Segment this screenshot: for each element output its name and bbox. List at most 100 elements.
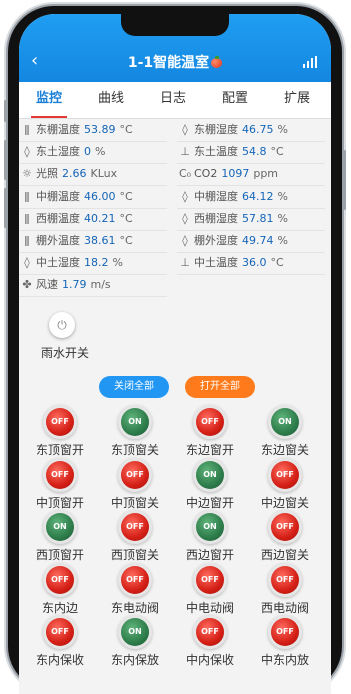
sensor-name: 棚外温度 xyxy=(36,234,80,247)
sensor-value: 36.0 xyxy=(242,256,267,270)
switch-cell[interactable]: OFF 中边窗关 xyxy=(250,460,320,513)
phone-side-button xyxy=(4,188,7,228)
toggle-knob[interactable]: OFF xyxy=(271,565,299,594)
sensor-value: 57.81 xyxy=(242,211,274,225)
toggle-knob[interactable]: OFF xyxy=(271,460,299,489)
page-title-text: 1-1智能温室 xyxy=(127,55,210,71)
switch-label: 东内边 xyxy=(41,600,78,615)
toggle-knob[interactable]: OFF xyxy=(121,460,149,489)
sensor-name: 西棚温度 xyxy=(36,211,80,225)
sensor-value: 49.74 xyxy=(242,234,274,247)
sensor-value: 38.61 xyxy=(84,234,116,247)
sensor-name: 西棚湿度 xyxy=(194,211,238,225)
sensor-row: ✤ 风速 1.79 m/s xyxy=(21,275,110,295)
switch-label: 西边窗关 xyxy=(260,548,309,562)
close-all-button[interactable]: 关闭全部 xyxy=(99,376,169,398)
sensor-row: ⊥ 东土温度 54.8 °C xyxy=(179,142,283,162)
sensor-row: ◊ 西棚湿度 57.81% xyxy=(179,209,288,229)
switch-label: 东顶窗关 xyxy=(110,443,159,457)
switch-label: 东电动阀 xyxy=(110,600,159,615)
switch-cell[interactable]: ON 中边窗开 xyxy=(175,460,245,513)
sensor-row: ◊ 东棚湿度 46.75% xyxy=(179,120,288,140)
open-all-button[interactable]: 打开全部 xyxy=(185,376,255,398)
sensor-value: 64.12 xyxy=(242,189,274,203)
sensor-value: 53.89 xyxy=(84,123,116,136)
phone-side-button xyxy=(4,100,7,122)
toggle-knob[interactable]: ON xyxy=(121,408,149,436)
switch-cell[interactable]: OFF 中顶窗开 xyxy=(25,460,95,513)
switch-label: 中边窗关 xyxy=(260,495,309,510)
switch-cell[interactable]: OFF 中内保收 xyxy=(175,618,245,670)
thermometer-icon: ǁ xyxy=(24,189,30,203)
switch-label: 中边窗开 xyxy=(185,495,234,510)
toggle-knob[interactable]: OFF xyxy=(121,565,149,594)
switch-label: 中顶窗开 xyxy=(35,495,84,510)
sensor-value: 1097 xyxy=(221,167,250,181)
signal-icon xyxy=(303,56,317,68)
toggle-knob[interactable]: OFF xyxy=(196,408,224,436)
toggle-knob[interactable]: ON xyxy=(121,618,149,646)
switch-cell[interactable]: OFF 中电动阀 xyxy=(175,565,245,618)
toggle-knob[interactable]: OFF xyxy=(196,618,224,646)
switch-label: 东内保收 xyxy=(35,653,84,667)
sensor-name: 中棚湿度 xyxy=(194,189,238,203)
phone-side-button xyxy=(343,150,346,210)
sensor-value: 46.00 xyxy=(84,189,116,203)
sensor-unit: % xyxy=(112,256,123,270)
toggle-knob[interactable]: ON xyxy=(271,408,299,436)
humidity-icon: ◊ xyxy=(182,234,188,247)
switch-label: 西顶窗关 xyxy=(110,548,159,562)
rain-switch-label: 雨水开关 xyxy=(41,346,90,360)
tab-curve[interactable]: 曲线 xyxy=(85,82,137,118)
toggle-knob[interactable]: OFF xyxy=(46,408,74,436)
sensor-unit: °C xyxy=(119,123,133,136)
tab-log[interactable]: 日志 xyxy=(147,82,199,118)
toggle-knob[interactable]: OFF xyxy=(196,565,224,594)
switch-cell[interactable]: OFF 东内边 xyxy=(25,565,95,618)
tab-extend[interactable]: 扩展 xyxy=(271,82,323,118)
sensor-name: CO2 xyxy=(194,167,218,181)
water-drop-icon: ◊ xyxy=(24,145,30,159)
switch-cell[interactable]: ON 西边窗开 xyxy=(175,513,245,565)
switch-cell[interactable]: OFF 中东内放 xyxy=(250,618,320,670)
switch-cell[interactable]: OFF 东顶窗开 xyxy=(25,408,95,460)
tab-monitor[interactable]: 监控 xyxy=(23,82,75,118)
power-icon: ⏻ xyxy=(57,318,67,332)
switch-cell[interactable]: OFF 西边窗关 xyxy=(250,513,320,565)
toggle-knob[interactable]: OFF xyxy=(271,618,299,646)
sensor-value: 0 xyxy=(84,145,91,159)
switch-cell[interactable]: ON 东内保放 xyxy=(100,618,170,670)
toggle-knob[interactable]: ON xyxy=(196,460,224,489)
sensor-row: C₀ CO2 1097 ppm xyxy=(179,164,278,184)
toggle-knob[interactable]: OFF xyxy=(46,565,74,594)
sensor-row: ☼ 光照 2.66 KLux xyxy=(21,164,117,184)
sensor-row: ◊ 东土湿度 0% xyxy=(21,142,105,162)
toggle-knob[interactable]: ON xyxy=(46,513,74,541)
tab-config[interactable]: 配置 xyxy=(209,82,261,118)
sensor-unit: % xyxy=(277,123,288,136)
switch-cell[interactable]: OFF 西顶窗关 xyxy=(100,513,170,565)
toggle-knob[interactable]: OFF xyxy=(121,513,149,541)
sensor-row: ǁ 东棚温度 53.89 °C xyxy=(21,120,133,140)
sensor-row: ◊ 棚外湿度 49.74% xyxy=(179,231,288,251)
switch-cell[interactable]: OFF 东电动阀 xyxy=(100,565,170,618)
switch-cell[interactable]: ON 西顶窗开 xyxy=(25,513,95,565)
sensor-name: 中土湿度 xyxy=(36,256,80,270)
toggle-knob[interactable]: OFF xyxy=(271,513,299,541)
toggle-knob[interactable]: ON xyxy=(196,513,224,541)
switch-label: 西边窗开 xyxy=(185,548,234,562)
switch-cell[interactable]: OFF 东边窗开 xyxy=(175,408,245,460)
switch-cell[interactable]: OFF 西电动阀 xyxy=(250,565,320,618)
toggle-knob[interactable]: OFF xyxy=(46,460,74,489)
sensor-unit: % xyxy=(277,211,288,225)
switch-cell[interactable]: OFF 东内保收 xyxy=(25,618,95,670)
rain-switch-button[interactable]: ⏻ xyxy=(49,312,75,338)
switch-cell[interactable]: OFF 中顶窗关 xyxy=(100,460,170,513)
toggle-knob[interactable]: OFF xyxy=(46,618,74,646)
thermometer-icon: ǁ xyxy=(24,234,30,247)
switch-cell[interactable]: ON 东顶窗关 xyxy=(100,408,170,460)
switch-cell[interactable]: ON 东边窗关 xyxy=(250,408,320,460)
sensor-unit: °C xyxy=(270,256,284,270)
sensor-name: 东土温度 xyxy=(194,145,238,159)
switch-label: 东顶窗开 xyxy=(35,443,84,457)
